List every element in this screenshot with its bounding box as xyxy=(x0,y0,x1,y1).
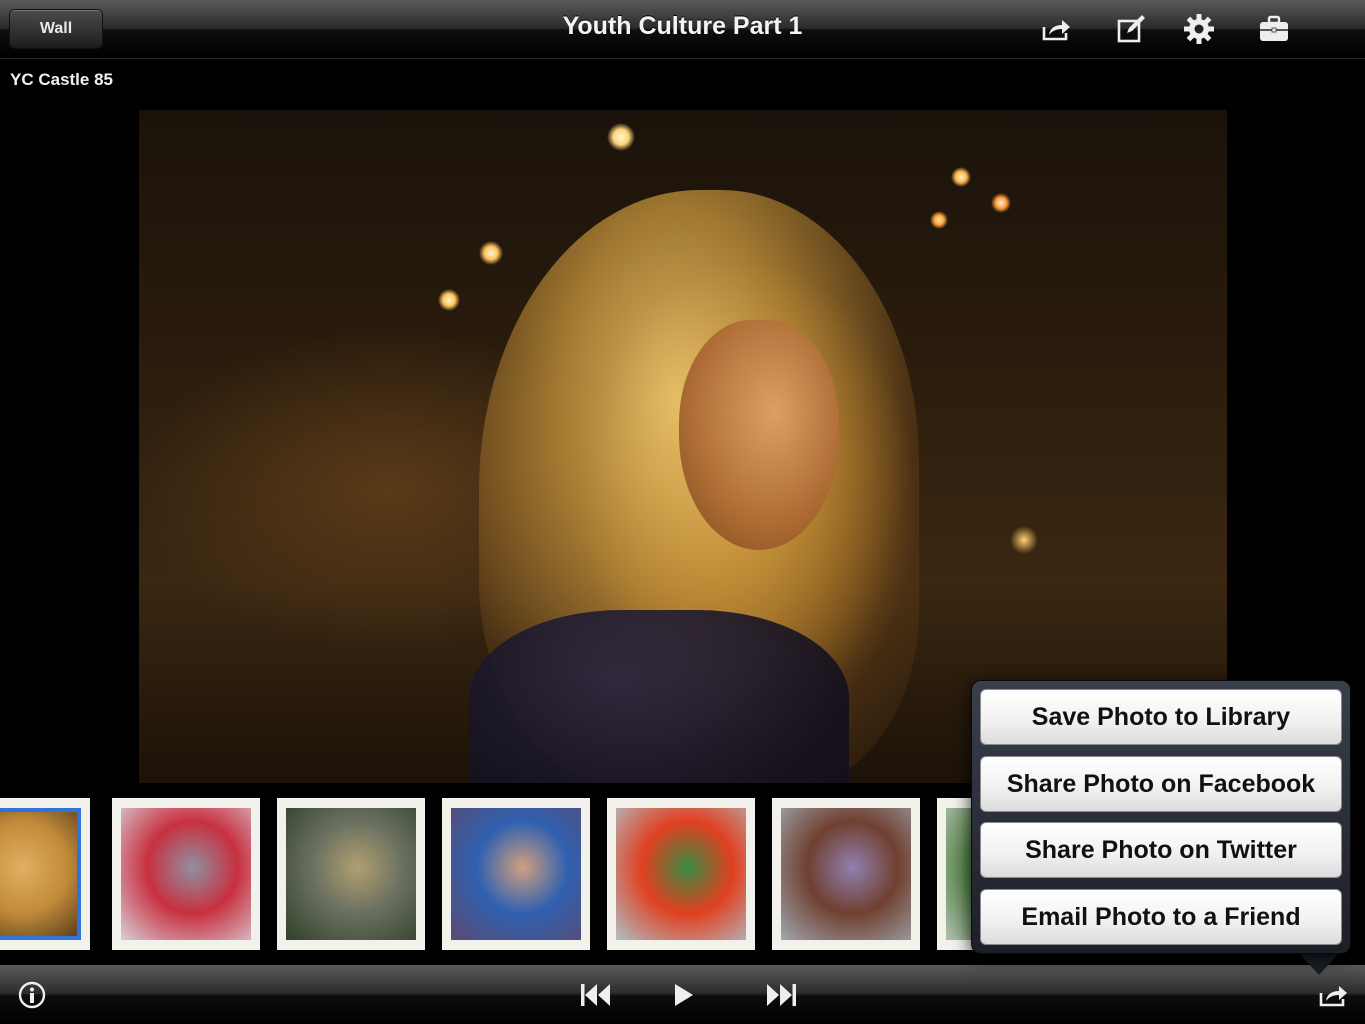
share-popover: Save Photo to Library Share Photo on Fac… xyxy=(971,680,1351,954)
share-icon[interactable] xyxy=(1037,10,1075,48)
wall-back-button[interactable]: Wall xyxy=(9,9,103,49)
email-photo-button[interactable]: Email Photo to a Friend xyxy=(980,889,1342,945)
thumbnail-image xyxy=(616,808,746,940)
briefcase-icon[interactable] xyxy=(1255,10,1293,48)
top-navigation-bar: Wall Youth Culture Part 1 xyxy=(0,0,1365,59)
album-title: Youth Culture Part 1 xyxy=(562,12,803,40)
thumbnail-image xyxy=(0,808,81,940)
photo-subject-face xyxy=(679,320,839,550)
play-icon[interactable] xyxy=(663,975,703,1015)
thumbnail-image xyxy=(286,808,416,940)
photo-caption: YC Castle 85 xyxy=(10,70,113,89)
thumbnail-3[interactable] xyxy=(277,798,425,950)
thumbnail-6[interactable] xyxy=(772,798,920,950)
previous-icon[interactable] xyxy=(575,975,615,1015)
compose-icon[interactable] xyxy=(1112,10,1150,48)
thumbnail-5[interactable] xyxy=(607,798,755,950)
thumbnail-1[interactable] xyxy=(0,798,90,950)
share-twitter-button[interactable]: Share Photo on Twitter xyxy=(980,822,1342,878)
save-photo-button[interactable]: Save Photo to Library xyxy=(980,689,1342,745)
thumbnail-image xyxy=(781,808,911,940)
share-icon[interactable] xyxy=(1313,975,1353,1015)
photo-subject-jacket xyxy=(469,610,849,783)
thumbnail-image xyxy=(121,808,251,940)
thumbnail-4[interactable] xyxy=(442,798,590,950)
info-icon[interactable] xyxy=(12,975,52,1015)
next-icon[interactable] xyxy=(762,975,802,1015)
share-facebook-button[interactable]: Share Photo on Facebook xyxy=(980,756,1342,812)
gear-icon[interactable] xyxy=(1180,10,1218,48)
bottom-toolbar xyxy=(0,965,1365,1024)
popover-arrow xyxy=(1297,951,1341,975)
thumbnail-image xyxy=(451,808,581,940)
thumbnail-2[interactable] xyxy=(112,798,260,950)
